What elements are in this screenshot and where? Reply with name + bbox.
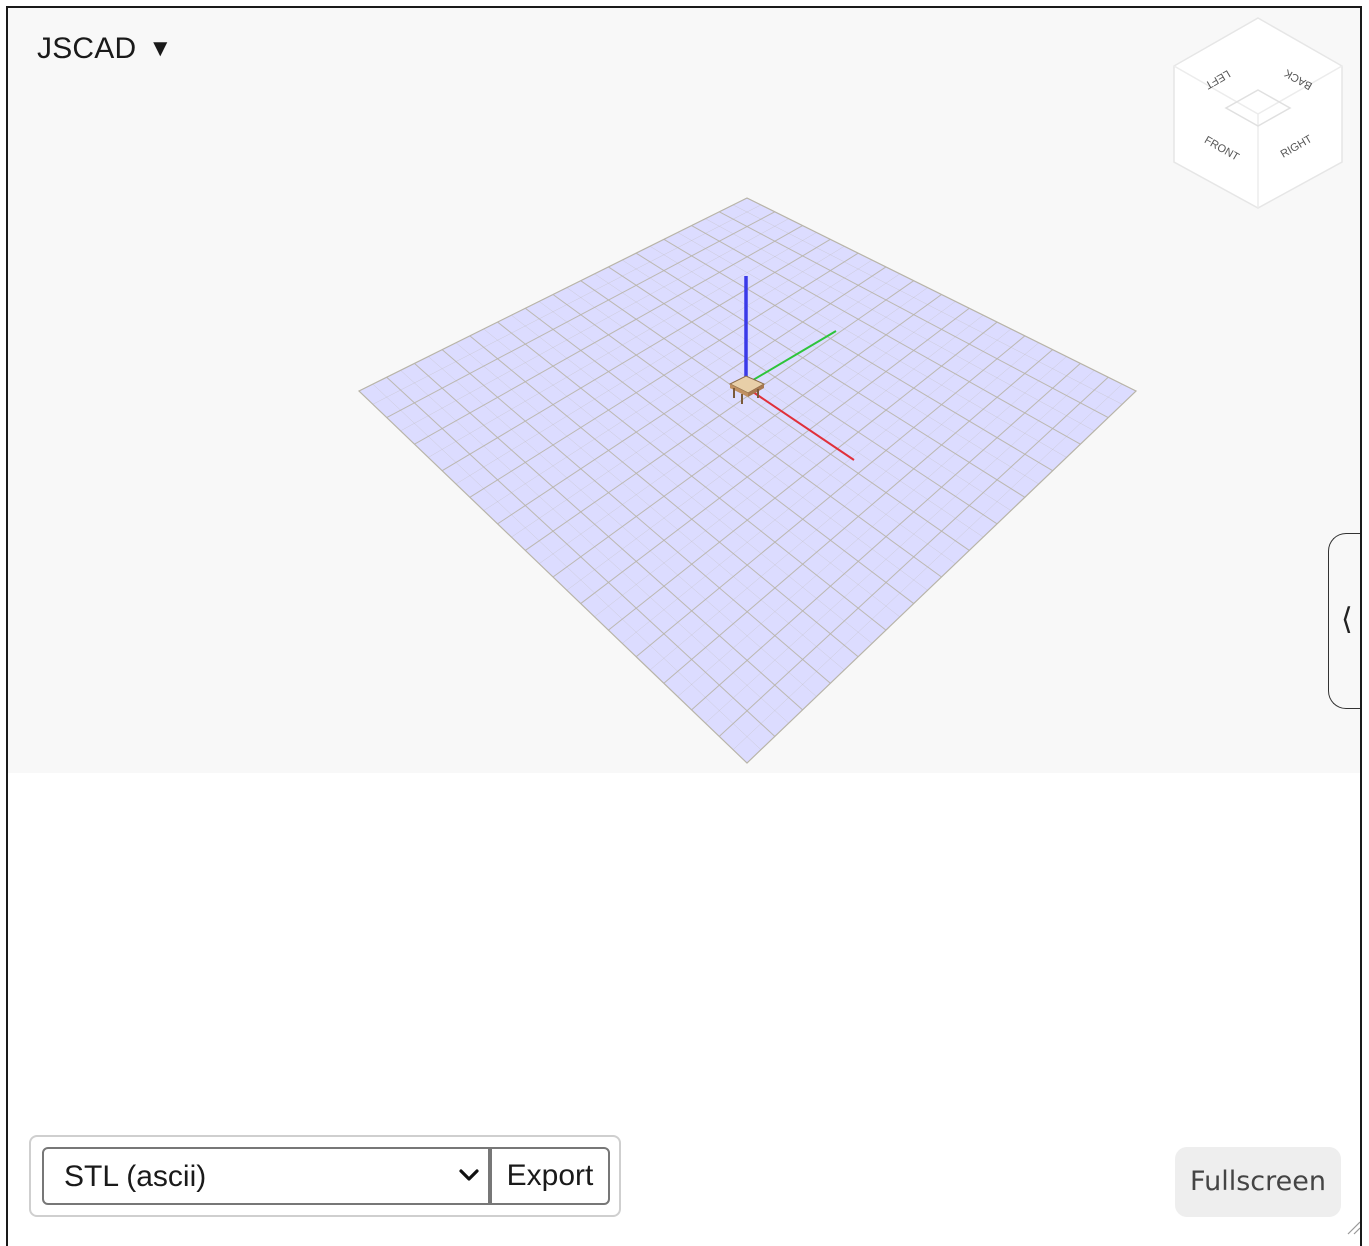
chevron-down-icon <box>459 1169 479 1181</box>
export-button[interactable]: Export <box>490 1147 610 1205</box>
chevron-left-icon: ⟨ <box>1341 602 1353 637</box>
app-frame: JSCAD ▼ LEFT BACK FRONT RIGHT ⟨ STL (asci… <box>6 6 1362 1246</box>
export-format-value: STL (ascii) <box>64 1160 207 1193</box>
side-panel-toggle[interactable]: ⟨ <box>1328 533 1360 709</box>
triangle-down-icon: ▼ <box>148 35 173 62</box>
view-cube[interactable]: LEFT BACK FRONT RIGHT <box>1172 14 1344 210</box>
resize-grip-icon[interactable] <box>1346 1220 1362 1236</box>
fullscreen-button[interactable]: Fullscreen <box>1175 1147 1341 1217</box>
scene-canvas[interactable] <box>8 8 1360 773</box>
app-menu-toggle[interactable]: JSCAD ▼ <box>37 32 172 66</box>
export-controls: STL (ascii) Export <box>29 1135 621 1217</box>
export-format-select[interactable]: STL (ascii) <box>42 1147 490 1205</box>
app-menu-label: JSCAD <box>37 32 137 65</box>
3d-viewport[interactable]: JSCAD ▼ LEFT BACK FRONT RIGHT <box>8 8 1360 773</box>
